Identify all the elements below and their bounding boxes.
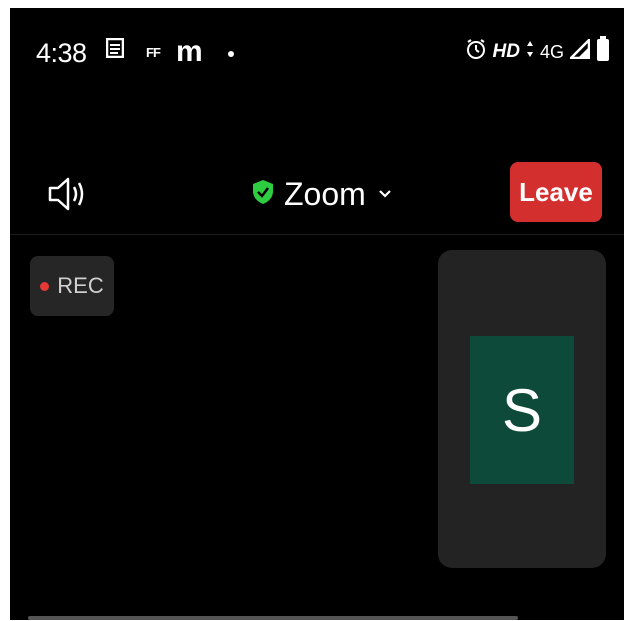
- avatar: S: [470, 336, 574, 484]
- bottom-divider: [28, 616, 518, 620]
- status-time: 4:38: [36, 38, 87, 68]
- speaker-icon[interactable]: [46, 174, 90, 219]
- recording-badge: REC: [30, 256, 114, 316]
- meeting-title: Zoom: [284, 176, 366, 212]
- network-type: 4G: [539, 41, 564, 62]
- ff-app-icon: FF: [146, 45, 161, 60]
- status-bar: 4:38 FF m HD 4G: [10, 8, 624, 88]
- m-app-icon: m: [176, 35, 203, 68]
- recording-label: REC: [57, 273, 104, 298]
- notification-icon: [105, 37, 125, 64]
- signal-icon: [567, 36, 591, 65]
- meeting-header: Zoom Leave: [10, 158, 624, 235]
- data-arrows-icon: [526, 40, 534, 64]
- meeting-title-dropdown[interactable]: Zoom: [252, 176, 392, 213]
- zoom-meeting-screen: 4:38 FF m HD 4G Zoom Leave REC S: [10, 8, 624, 620]
- chevron-down-icon: [378, 186, 392, 204]
- leave-button[interactable]: Leave: [510, 162, 602, 222]
- avatar-initial: S: [501, 376, 543, 444]
- hd-voice-indicator: HD: [492, 41, 520, 62]
- status-icons: HD 4G: [465, 36, 610, 68]
- recording-dot-icon: [40, 281, 50, 291]
- shield-check-icon: [252, 179, 274, 210]
- battery-icon: [596, 36, 610, 68]
- alarm-icon: [465, 38, 487, 66]
- participant-tile[interactable]: S: [438, 250, 606, 568]
- more-notifications-dot: [228, 51, 234, 57]
